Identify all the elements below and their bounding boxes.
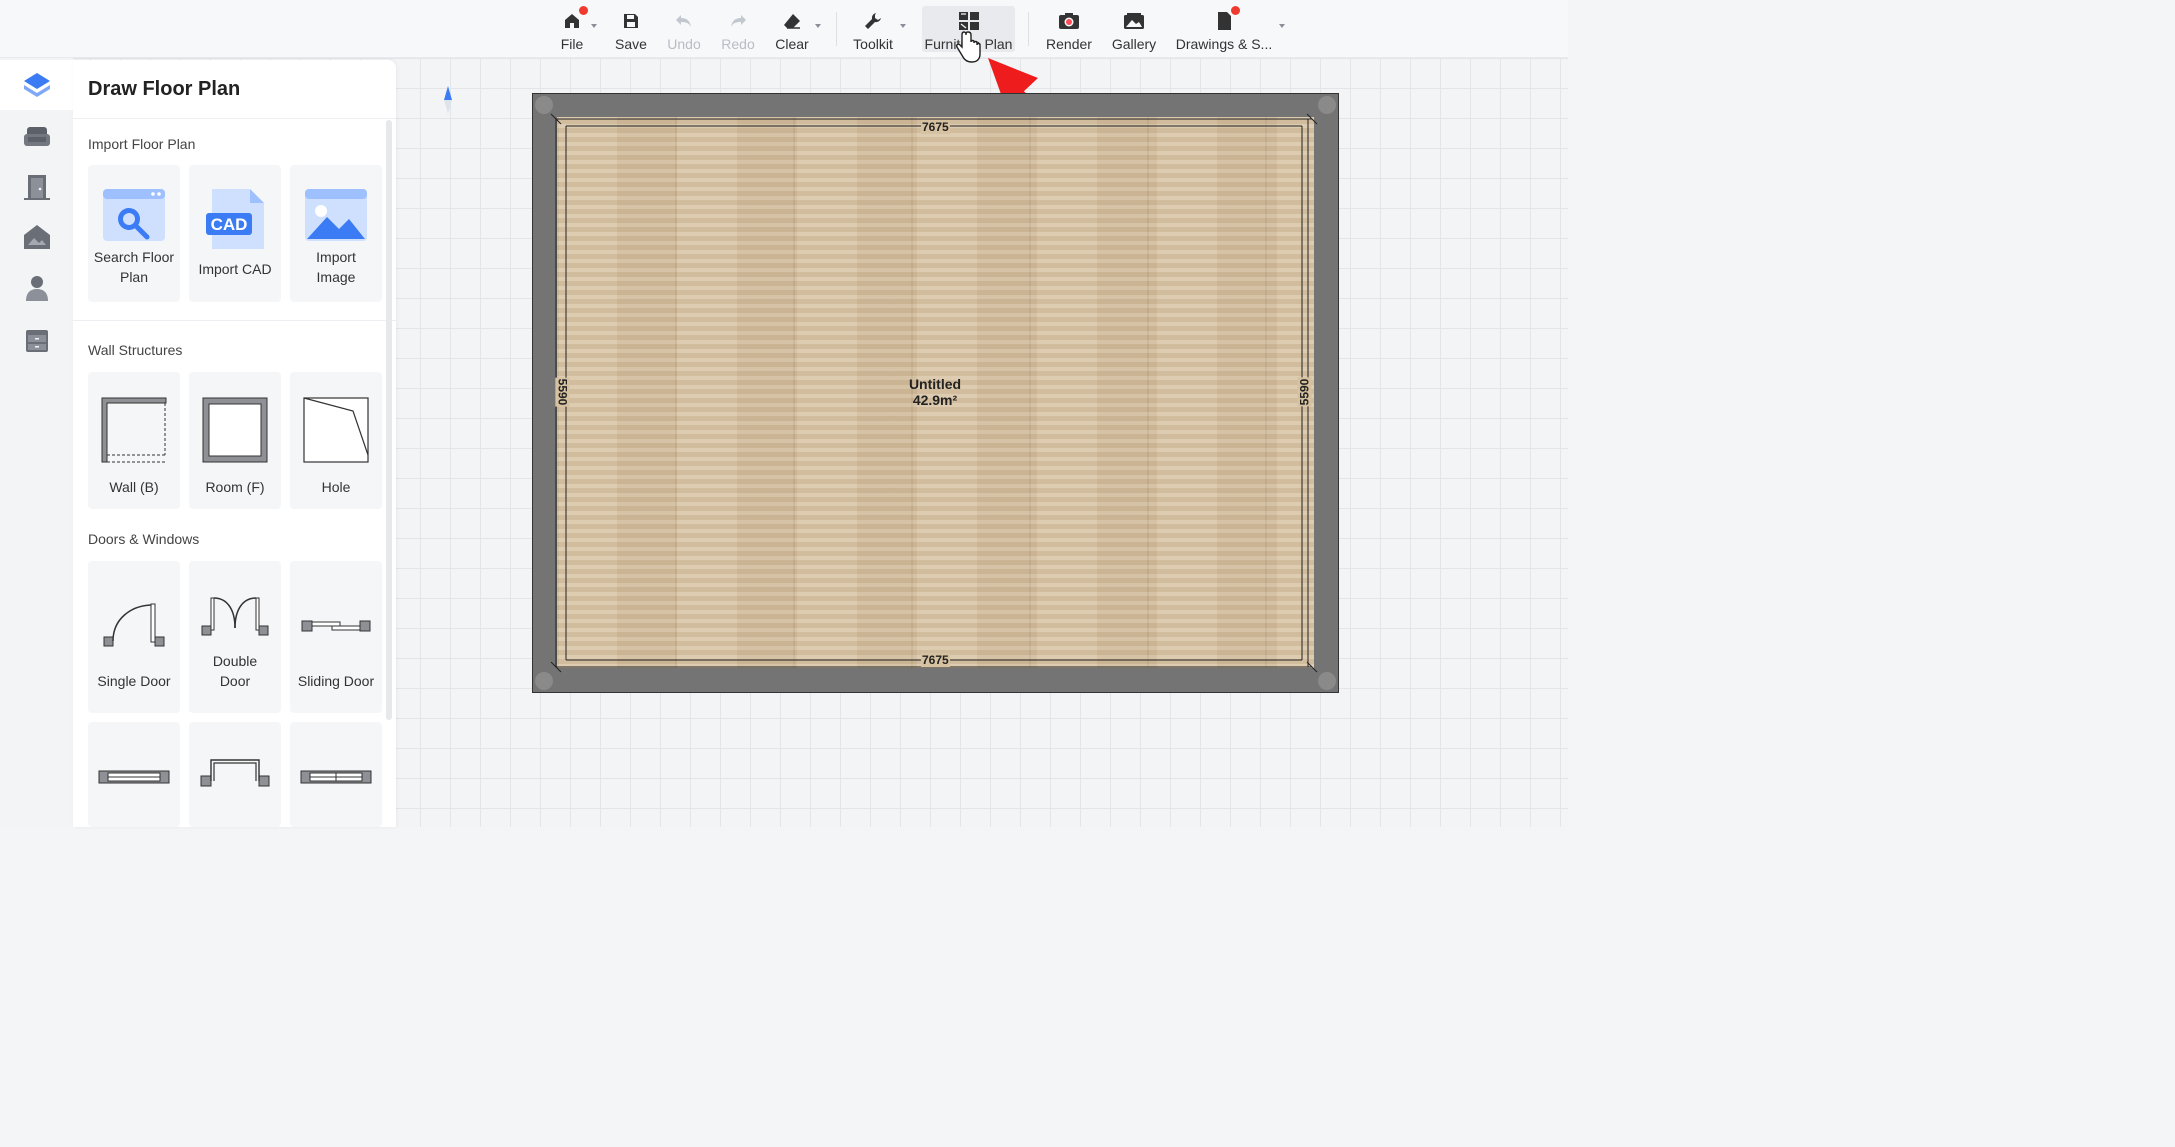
wall-corner-handle[interactable] bbox=[535, 672, 553, 690]
clear-button[interactable]: Clear bbox=[773, 6, 811, 52]
document-icon bbox=[1212, 6, 1240, 32]
toolbar-divider bbox=[836, 12, 837, 46]
rail-item-furniture[interactable] bbox=[0, 112, 73, 162]
search-floor-plan-tile[interactable]: Search Floor Plan bbox=[88, 165, 180, 302]
dimension-right: 5590 bbox=[1297, 377, 1312, 407]
home-icon bbox=[560, 6, 588, 32]
window-tile[interactable] bbox=[88, 722, 180, 827]
dimension-bottom: 7675 bbox=[921, 653, 950, 667]
wall-tile[interactable]: Wall (B) bbox=[88, 372, 180, 509]
eraser-icon bbox=[780, 9, 804, 32]
render-button[interactable]: Render bbox=[1045, 6, 1093, 52]
cabinet-icon bbox=[25, 330, 48, 352]
redo-icon bbox=[726, 9, 750, 32]
hand-cursor-icon bbox=[956, 31, 981, 63]
top-toolbar: File Save Undo Redo Clear Toolkit Furnit… bbox=[0, 0, 1568, 58]
file-button[interactable]: File bbox=[557, 6, 588, 52]
bay-window-tile[interactable] bbox=[189, 722, 281, 827]
undo-icon bbox=[672, 9, 696, 32]
rail-item-doors[interactable] bbox=[0, 162, 73, 212]
drawings-dropdown-caret[interactable] bbox=[1279, 24, 1285, 28]
wall-icon bbox=[101, 372, 167, 477]
room-icon bbox=[202, 372, 268, 477]
room-area: 42.9m² bbox=[912, 392, 958, 408]
single-door-tile[interactable]: Single Door bbox=[88, 561, 180, 713]
sliding-door-tile[interactable]: Sliding Door bbox=[290, 561, 382, 713]
notification-dot bbox=[1231, 6, 1240, 15]
notification-dot bbox=[579, 6, 588, 15]
search-floor-plan-icon bbox=[101, 165, 167, 247]
room-name: Untitled bbox=[908, 376, 962, 392]
rail-item-floor-plan[interactable] bbox=[0, 60, 73, 110]
dimension-left: 5590 bbox=[555, 377, 570, 407]
section-title-doors: Doors & Windows bbox=[88, 531, 200, 547]
save-icon bbox=[619, 9, 643, 32]
compass-icon[interactable] bbox=[442, 84, 454, 116]
rail-item-structure[interactable] bbox=[0, 212, 73, 262]
sliding-door-icon bbox=[300, 561, 372, 671]
cad-badge-text: CAD bbox=[211, 215, 248, 234]
single-door-icon bbox=[101, 561, 167, 671]
toolkit-button[interactable]: Toolkit bbox=[850, 6, 896, 52]
section-title-import: Import Floor Plan bbox=[88, 136, 196, 152]
undo-button[interactable]: Undo bbox=[666, 6, 702, 52]
double-door-icon bbox=[200, 561, 270, 651]
furniture-plan-icon bbox=[957, 9, 981, 32]
sliding-window-icon bbox=[300, 722, 372, 812]
double-door-tile[interactable]: Double Door bbox=[189, 561, 281, 713]
rail-item-people[interactable] bbox=[0, 263, 73, 313]
save-button[interactable]: Save bbox=[614, 6, 648, 52]
person-icon bbox=[25, 276, 48, 301]
hole-icon bbox=[303, 372, 369, 477]
house-icon bbox=[23, 225, 50, 249]
dimension-top: 7675 bbox=[921, 120, 950, 134]
file-dropdown-caret[interactable] bbox=[591, 24, 597, 28]
cad-file-icon: CAD bbox=[202, 165, 268, 259]
toolbar-divider bbox=[1028, 12, 1029, 46]
wrench-icon bbox=[861, 9, 885, 32]
bay-window-icon bbox=[199, 722, 271, 812]
drawings-button[interactable]: Drawings & S... bbox=[1175, 6, 1273, 52]
wall-corner-handle[interactable] bbox=[1318, 672, 1336, 690]
panel-scrollbar[interactable] bbox=[386, 120, 392, 720]
panel-divider bbox=[73, 320, 396, 321]
window-icon bbox=[98, 722, 170, 812]
rail-item-cabinet[interactable] bbox=[0, 316, 73, 366]
door-icon bbox=[23, 175, 50, 200]
hole-tile[interactable]: Hole bbox=[290, 372, 382, 509]
gallery-button[interactable]: Gallery bbox=[1111, 6, 1157, 52]
import-cad-tile[interactable]: CAD Import CAD bbox=[189, 165, 281, 302]
left-icon-rail bbox=[0, 58, 73, 827]
image-icon bbox=[303, 165, 369, 247]
sofa-icon bbox=[23, 127, 50, 146]
redo-button[interactable]: Redo bbox=[721, 6, 755, 52]
floor-plan-icon bbox=[23, 73, 50, 97]
panel-title: Draw Floor Plan bbox=[88, 78, 241, 100]
sliding-window-tile[interactable] bbox=[290, 722, 382, 827]
room-label[interactable]: Untitled 42.9m² bbox=[880, 376, 990, 408]
toolkit-dropdown-caret[interactable] bbox=[900, 24, 906, 28]
section-title-walls: Wall Structures bbox=[88, 342, 183, 358]
panel-divider bbox=[73, 118, 396, 119]
gallery-icon bbox=[1122, 9, 1146, 32]
draw-floor-plan-panel: Draw Floor Plan Import Floor Plan Search… bbox=[73, 60, 396, 827]
clear-dropdown-caret[interactable] bbox=[815, 24, 821, 28]
camera-icon bbox=[1057, 9, 1081, 32]
wall-corner-handle[interactable] bbox=[1318, 96, 1336, 114]
room-tile[interactable]: Room (F) bbox=[189, 372, 281, 509]
import-image-tile[interactable]: Import Image bbox=[290, 165, 382, 302]
